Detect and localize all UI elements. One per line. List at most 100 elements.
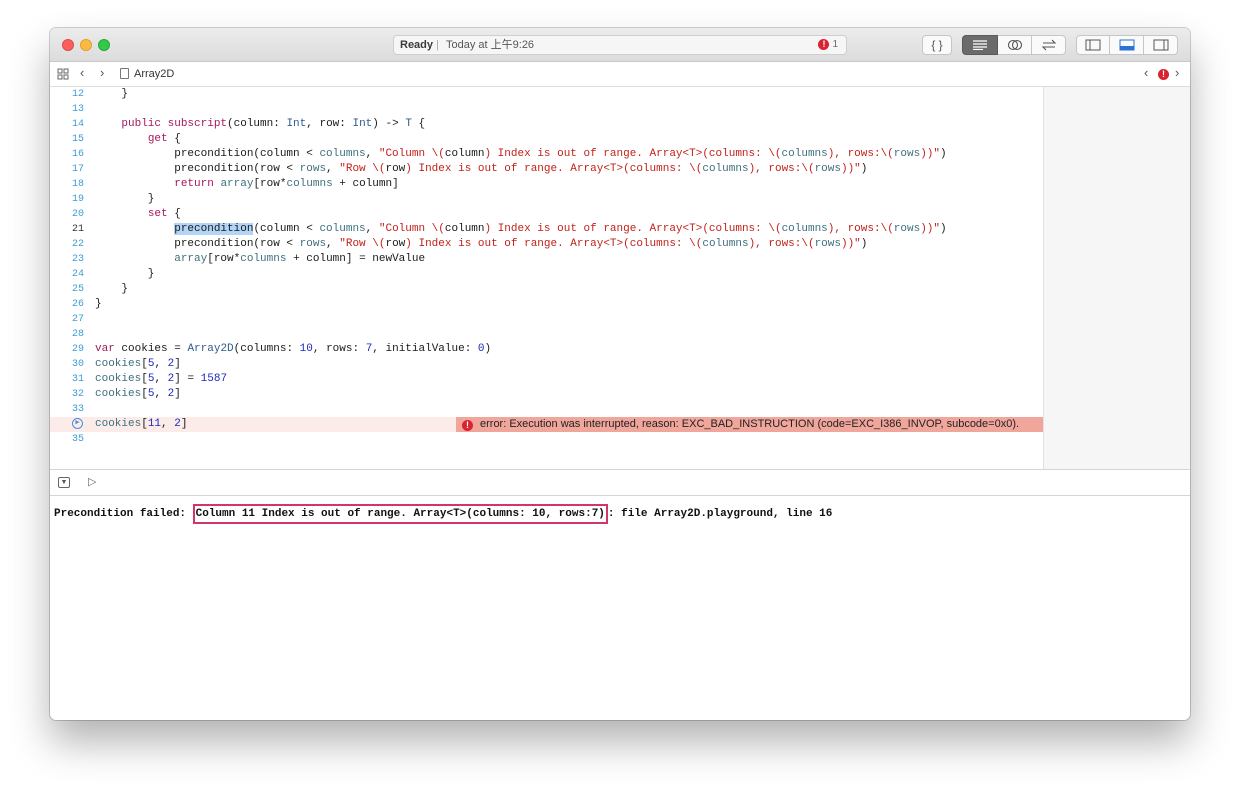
code-token: ) Index is out of range. Array<T>(column…	[405, 163, 703, 175]
zoom-window-button[interactable]	[98, 39, 110, 51]
status-time: Today at 上午9:26	[446, 39, 535, 51]
code-token: ) Index is out of range. Array<T>(column…	[484, 223, 782, 235]
line-number: 20	[71, 209, 84, 220]
xcode-window: Ready | Today at 上午9:26 ! 1 { } ‹ › Arra…	[50, 28, 1190, 720]
related-items-icon[interactable]	[57, 68, 69, 84]
code-line[interactable]: 25 }	[50, 282, 1043, 297]
code-token: ))"	[840, 163, 861, 175]
code-line[interactable]: 12 }	[50, 87, 1043, 102]
status-error-indicator[interactable]: ! 1	[818, 39, 838, 51]
forward-chevron-icon[interactable]: ›	[100, 66, 104, 79]
code-token: ]	[174, 388, 181, 400]
code-token: + column]	[332, 178, 399, 190]
line-number: 33	[71, 404, 84, 415]
error-icon: !	[462, 420, 473, 431]
line-number: 32	[71, 389, 84, 400]
line-number: 23	[71, 254, 84, 265]
code-line[interactable]: 29 var cookies = Array2D(columns: 10, row…	[50, 342, 1043, 357]
close-window-button[interactable]	[62, 39, 74, 51]
source-editor[interactable]: 12 } 13 14 public subscript(column: Int, r…	[50, 87, 1043, 469]
code-line[interactable]: 22 precondition(row < rows, "Row \(row) …	[50, 237, 1043, 252]
code-line[interactable]: 14 public subscript(column: Int, row: In…	[50, 117, 1043, 132]
next-issue-chevron-icon[interactable]: ›	[1175, 66, 1179, 79]
version-editor-button[interactable]	[1032, 35, 1066, 55]
code-line[interactable]: 35	[50, 432, 1043, 447]
code-token: ,	[326, 238, 340, 250]
code-token: }	[95, 298, 102, 310]
back-chevron-icon[interactable]: ‹	[80, 66, 84, 79]
code-line[interactable]: 30 cookies[5, 2]	[50, 357, 1043, 372]
code-line[interactable]: 16 precondition(column < columns, "Colum…	[50, 147, 1043, 162]
lines-icon	[973, 40, 987, 50]
code-line[interactable]: 21 precondition(column < columns, "Colum…	[50, 222, 1043, 237]
code-token: ,	[365, 223, 379, 235]
left-panel-icon	[1085, 39, 1101, 51]
code-token: [	[141, 418, 148, 430]
code-text: }	[95, 297, 102, 312]
code-token: rows	[814, 163, 841, 175]
code-line[interactable]: 24 }	[50, 267, 1043, 282]
previous-issue-chevron-icon[interactable]: ‹	[1144, 66, 1148, 79]
line-number: 26	[71, 299, 84, 310]
toggle-utilities-button[interactable]	[1144, 35, 1178, 55]
venn-icon	[1007, 39, 1022, 51]
line-number: 15	[71, 134, 84, 145]
code-text: precondition(row < rows, "Row \(row) Ind…	[95, 237, 867, 252]
code-text: get {	[95, 132, 181, 147]
code-token: ), rows:\(	[827, 148, 894, 160]
code-token: T	[405, 118, 412, 130]
inline-error-message[interactable]: ! error: Execution was interrupted, reaso…	[456, 417, 1043, 432]
jump-bar: ‹ › Array2D ‹ ! ›	[50, 62, 1190, 87]
code-token: row	[385, 163, 406, 175]
standard-editor-button[interactable]	[962, 35, 998, 55]
jump-bar-file[interactable]: Array2D	[120, 68, 174, 81]
code-text: }	[95, 267, 155, 282]
status-error-count: 1	[832, 39, 838, 50]
issue-indicator[interactable]: !	[1158, 68, 1169, 81]
code-token: ))"	[920, 148, 940, 160]
code-token: columns	[319, 148, 366, 160]
code-snippet-library-button[interactable]: { }	[922, 35, 952, 55]
jump-bar-file-name: Array2D	[134, 68, 175, 80]
toggle-debug-area-button[interactable]	[1110, 35, 1144, 55]
code-line[interactable]: 18 return array[row*columns + column]	[50, 177, 1043, 192]
code-line[interactable]: 32 cookies[5, 2]	[50, 387, 1043, 402]
execute-playground-button[interactable]: ▷	[88, 475, 96, 488]
code-token: ) Index is out of range. Array<T>(column…	[405, 238, 703, 250]
status-state: Ready	[400, 39, 434, 51]
code-line[interactable]: 13	[50, 102, 1043, 117]
code-line[interactable]: 20 set {	[50, 207, 1043, 222]
arrows-icon	[1041, 39, 1056, 51]
line-number: 29	[71, 344, 84, 355]
code-token: ] =	[174, 373, 201, 385]
code-line[interactable]: 33	[50, 402, 1043, 417]
code-token: "Row \(	[339, 238, 386, 250]
code-line[interactable]: 26}	[50, 297, 1043, 312]
code-text: array[row*columns + column] = newValue	[95, 252, 425, 267]
code-line[interactable]: 27	[50, 312, 1043, 327]
code-token: ,	[154, 388, 168, 400]
toggle-navigator-button[interactable]	[1076, 35, 1110, 55]
error-icon: !	[818, 39, 830, 50]
code-line[interactable]: 28	[50, 327, 1043, 342]
code-token: ]	[174, 358, 181, 370]
code-line[interactable]: 19 }	[50, 192, 1043, 207]
code-token: )	[860, 238, 868, 250]
line-number: 28	[71, 329, 84, 340]
code-token: ), rows:\(	[748, 238, 815, 250]
assistant-editor-button[interactable]	[998, 35, 1032, 55]
run-to-line-icon[interactable]: ▶	[72, 418, 83, 429]
code-token: }	[95, 283, 129, 295]
code-text: set {	[95, 207, 181, 222]
code-line[interactable]: 31 cookies[5, 2] = 1587	[50, 372, 1043, 387]
code-line[interactable]: 17 precondition(row < rows, "Row \(row) …	[50, 162, 1043, 177]
code-text: cookies[11, 2]	[95, 417, 187, 432]
error-code-line[interactable]: ▶ cookies[11, 2] ! error: Execution was int…	[50, 417, 1043, 432]
code-token: get	[147, 133, 168, 145]
code-line[interactable]: 23 array[row*columns + column] = newValu…	[50, 252, 1043, 267]
hide-debug-area-button[interactable]: ▼	[58, 477, 70, 488]
minimize-window-button[interactable]	[80, 39, 92, 51]
code-token: , initialValue:	[372, 343, 478, 355]
code-line[interactable]: 15 get {	[50, 132, 1043, 147]
line-number: 35	[71, 434, 84, 445]
